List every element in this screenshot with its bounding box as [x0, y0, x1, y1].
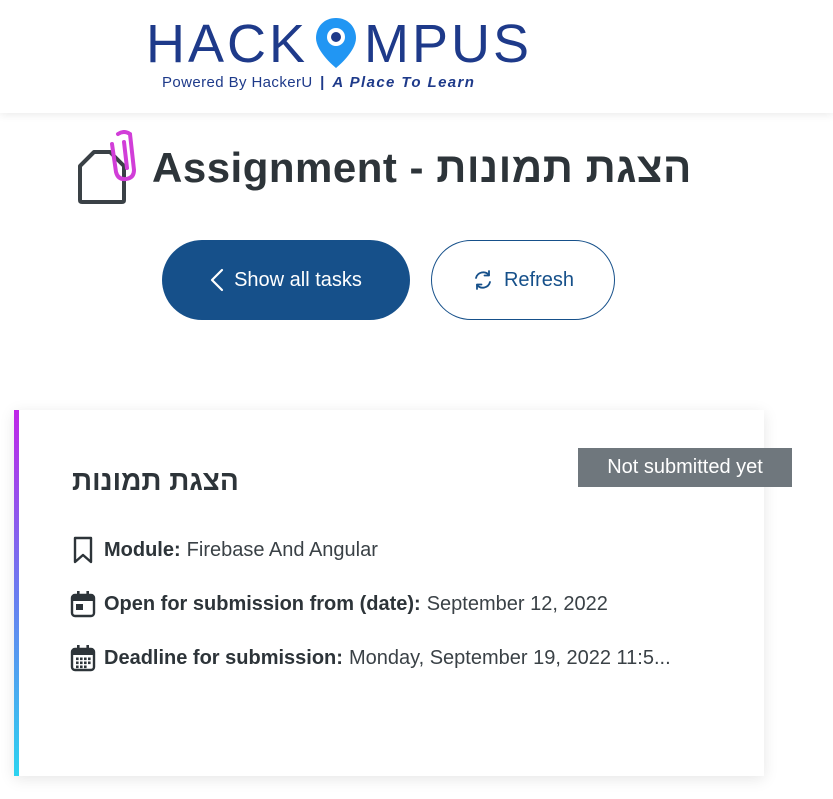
- module-row: Module: Firebase And Angular: [70, 535, 378, 565]
- site-header: HACK MPUS Powered By HackerU | A Place T…: [0, 0, 833, 113]
- hackampus-logo[interactable]: HACK MPUS Powered By HackerU | A Place T…: [146, 12, 538, 98]
- assignment-title: הצגת תמונות: [72, 465, 239, 496]
- logo-powered-text: Powered By HackerU: [162, 74, 313, 91]
- document-with-paperclip-icon: [76, 130, 140, 206]
- deadline-value: Monday, September 19, 2022 11:5...: [348, 646, 671, 669]
- show-all-tasks-label: Show all tasks: [234, 268, 362, 291]
- logo-slogan: A Place To Learn: [332, 74, 476, 91]
- refresh-label: Refresh: [503, 268, 575, 291]
- logo-wordmark: HACK MPUS: [146, 14, 532, 72]
- page-title: Assignment - הצגת תמונות: [152, 144, 692, 191]
- chevron-left-icon: [210, 268, 224, 292]
- open-date-label: Open for submission from (date):: [104, 592, 421, 615]
- refresh-icon: [472, 269, 494, 291]
- card-accent-bar: [14, 410, 19, 776]
- refresh-button[interactable]: Refresh: [431, 240, 615, 320]
- calendar-icon: [70, 589, 96, 619]
- deadline-label: Deadline for submission:: [104, 646, 343, 669]
- logo-wordmark-left: HACK: [146, 14, 308, 72]
- open-date-row: Open for submission from (date): Septemb…: [70, 589, 608, 619]
- logo-tagline: Powered By HackerU | A Place To Learn: [162, 74, 475, 91]
- page-title-row: Assignment - הצגת תמונות: [76, 130, 692, 206]
- module-value: Firebase And Angular: [186, 538, 378, 561]
- show-all-tasks-button[interactable]: Show all tasks: [162, 240, 410, 320]
- deadline-row: Deadline for submission: Monday, Septemb…: [70, 643, 671, 673]
- calendar-grid-icon: [70, 643, 96, 673]
- logo-wordmark-right: MPUS: [364, 14, 532, 72]
- status-badge: Not submitted yet: [578, 448, 792, 487]
- location-pin-icon: [316, 18, 356, 68]
- open-date-value: September 12, 2022: [426, 592, 608, 615]
- logo-separator: |: [320, 74, 325, 91]
- module-label: Module:: [104, 538, 181, 561]
- bookmark-icon: [70, 535, 96, 565]
